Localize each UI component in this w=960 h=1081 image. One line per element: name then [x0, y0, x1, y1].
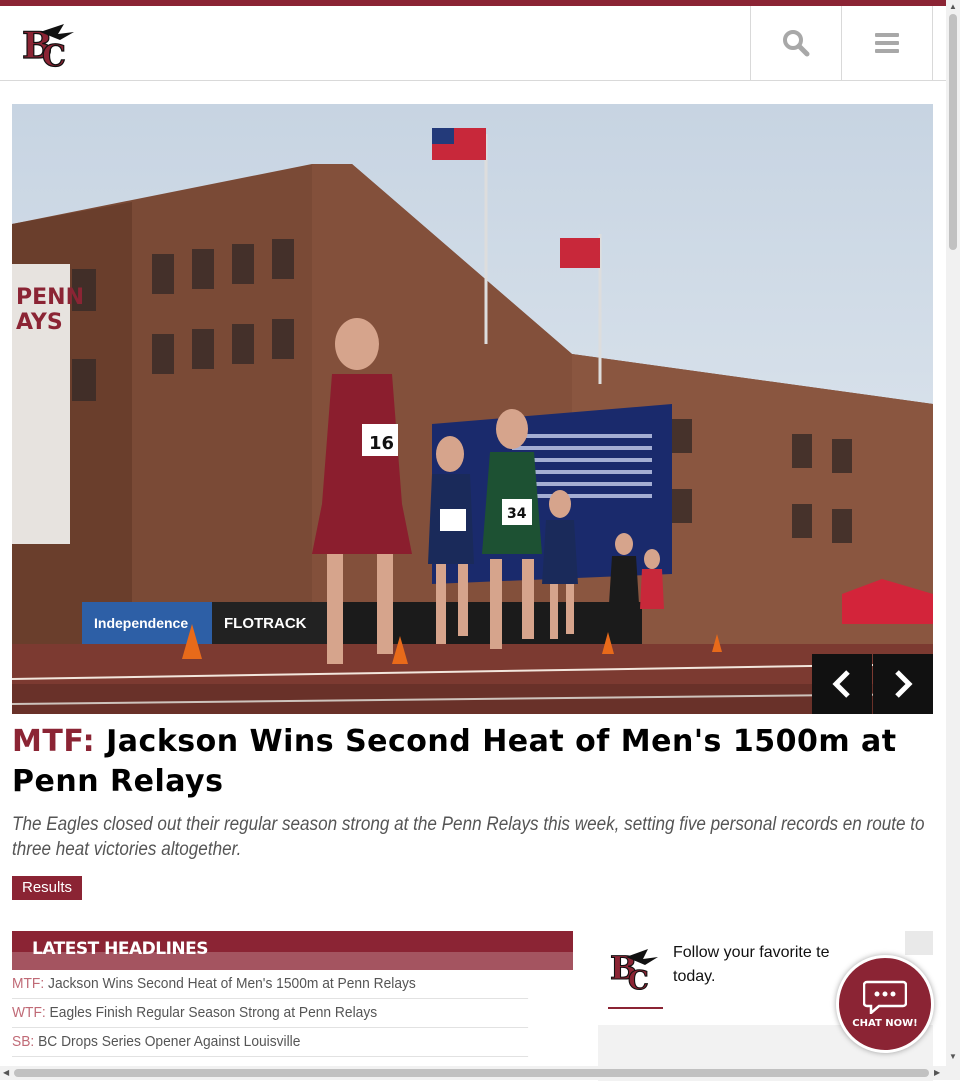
svg-text:Independence: Independence [94, 615, 188, 631]
chevron-right-icon [895, 670, 913, 698]
headline-sport: SB: [12, 1033, 35, 1050]
story-summary: The Eagles closed out their regular seas… [12, 814, 925, 860]
vertical-scroll-thumb[interactable] [949, 14, 957, 250]
latest-headlines: LATEST HEADLINES MTF: Jackson Wins Secon… [12, 931, 573, 1057]
svg-text:16: 16 [369, 433, 394, 454]
vertical-scrollbar[interactable]: ▲ ▼ [946, 0, 960, 1066]
svg-text:FLOTRACK: FLOTRACK [224, 615, 307, 632]
headline-sport: MTF: [12, 975, 45, 992]
hero-image[interactable]: PENN AYS Independence FLOTRACK 16 34 [12, 104, 933, 714]
svg-text:C: C [42, 39, 66, 70]
headline-title[interactable]: Jackson Wins Second Heat of Men's 1500m … [48, 975, 416, 992]
site-header: B C [0, 6, 946, 81]
chat-bubble-icon [863, 980, 907, 1014]
slide-next-button[interactable] [873, 654, 933, 714]
follow-text-line1: Follow your favorite te [673, 944, 830, 961]
headline-title[interactable]: BC Drops Series Opener Against Louisvill… [38, 1033, 300, 1050]
chat-now-button[interactable]: CHAT NOW! [836, 955, 934, 1053]
chat-now-label: CHAT NOW! [852, 1017, 918, 1029]
story-title[interactable]: Jackson Wins Second Heat of Men's 1500m … [12, 724, 897, 799]
svg-text:AYS: AYS [16, 310, 63, 335]
slide-prev-button[interactable] [812, 654, 872, 714]
menu-button[interactable] [841, 6, 933, 80]
latest-headlines-title: LATEST HEADLINES [32, 939, 209, 959]
scroll-up-arrow-icon[interactable]: ▲ [949, 3, 957, 11]
scroll-down-arrow-icon[interactable]: ▼ [949, 1053, 957, 1061]
horizontal-scrollbar[interactable]: ◀ ▶ [0, 1066, 960, 1080]
headline-title[interactable]: Eagles Finish Regular Season Strong at P… [50, 1004, 378, 1021]
follow-text: Follow your favorite te today. [673, 941, 830, 989]
search-button[interactable] [750, 6, 841, 80]
story-sport-tag: MTF: [12, 724, 96, 759]
headline-item[interactable]: WTF: Eagles Finish Regular Season Strong… [12, 999, 529, 1028]
follow-bc-logo: B C [608, 939, 663, 1009]
chevron-left-icon [832, 670, 850, 698]
search-icon [783, 30, 810, 57]
svg-text:34: 34 [507, 506, 527, 522]
follow-text-line2: today. [673, 968, 716, 985]
follow-close-button[interactable] [905, 931, 933, 955]
svg-text:C: C [628, 966, 649, 996]
scroll-right-arrow-icon[interactable]: ▶ [934, 1069, 940, 1077]
horizontal-scroll-thumb[interactable] [14, 1069, 929, 1077]
latest-headlines-header: LATEST HEADLINES [12, 931, 573, 970]
svg-text:PENN: PENN [16, 285, 84, 310]
bc-logo[interactable]: B C [20, 18, 78, 75]
headline-sport: WTF: [12, 1004, 46, 1021]
headline-item[interactable]: MTF: Jackson Wins Second Heat of Men's 1… [12, 970, 529, 999]
scroll-left-arrow-icon[interactable]: ◀ [3, 1069, 9, 1077]
story-headline[interactable]: MTF: Jackson Wins Second Heat of Men's 1… [12, 722, 933, 802]
results-button[interactable]: Results [12, 876, 83, 900]
headline-item[interactable]: SB: BC Drops Series Opener Against Louis… [12, 1028, 529, 1057]
hamburger-menu-icon [875, 33, 899, 53]
